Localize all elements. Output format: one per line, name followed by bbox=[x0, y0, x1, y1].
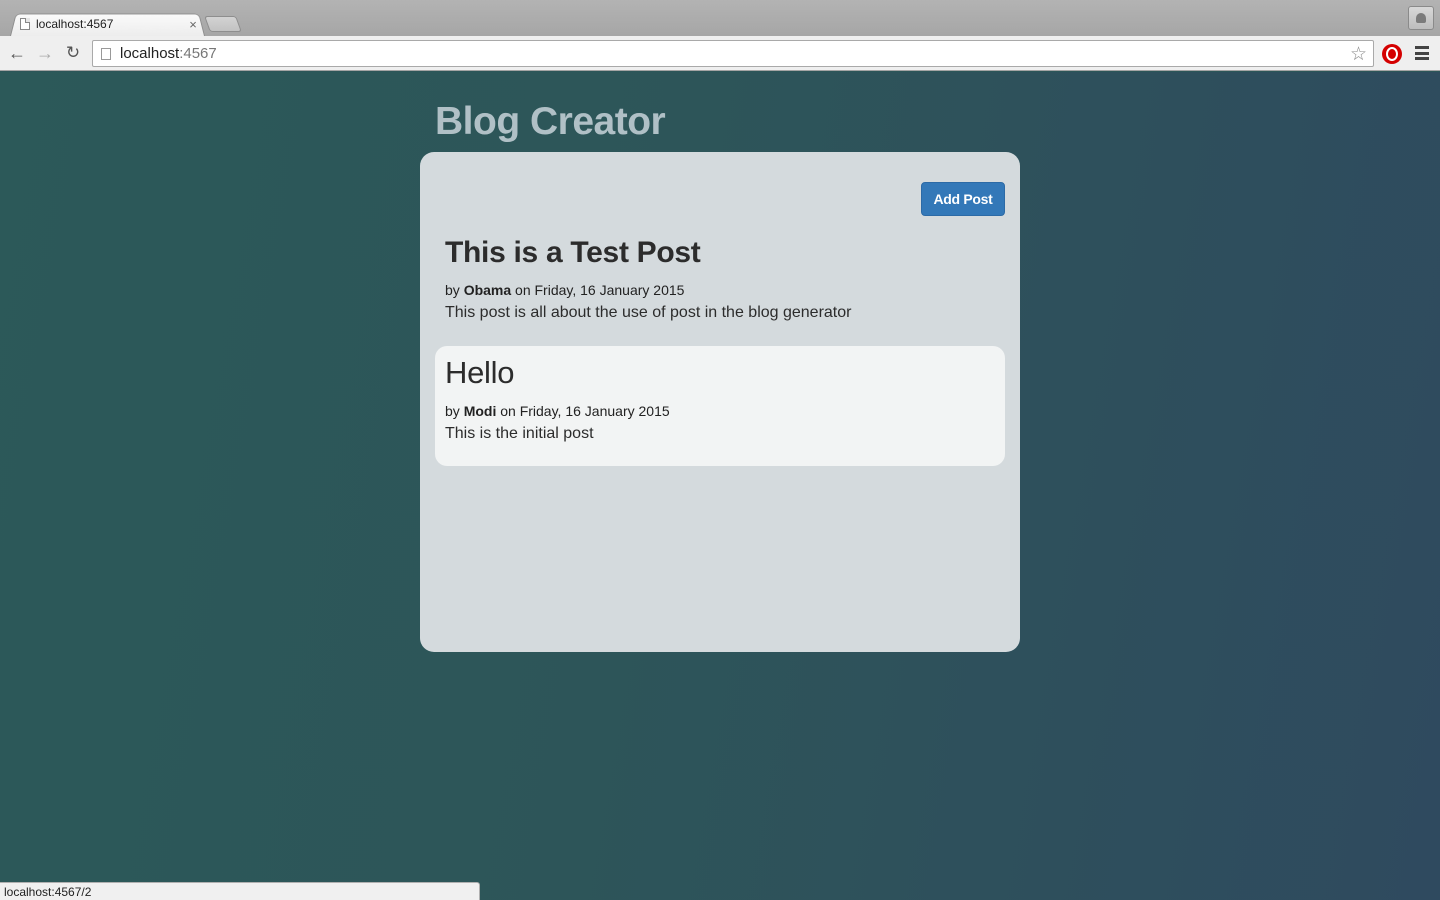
tab-title: localhost:4567 bbox=[36, 17, 114, 31]
post-meta: by Modi on Friday, 16 January 2015 bbox=[445, 403, 995, 419]
url-host: localhost bbox=[120, 45, 180, 62]
post-date: on Friday, 16 January 2015 bbox=[515, 282, 685, 298]
reload-icon[interactable]: ↻ bbox=[63, 42, 83, 64]
add-post-button[interactable]: Add Post bbox=[921, 182, 1005, 216]
post-author: Modi bbox=[463, 403, 497, 419]
new-tab-button[interactable] bbox=[204, 16, 242, 32]
tab-strip: localhost:4567 × bbox=[0, 0, 1440, 36]
menu-icon[interactable] bbox=[1415, 46, 1429, 60]
status-bar-url: localhost:4567/2 bbox=[0, 882, 480, 900]
post-body: This is the initial post bbox=[445, 425, 594, 442]
forward-arrow-icon[interactable]: → bbox=[35, 42, 55, 64]
address-bar[interactable]: localhost :4567 ☆ bbox=[92, 40, 1374, 67]
post-date: on Friday, 16 January 2015 bbox=[500, 403, 670, 419]
post-item-hovered[interactable]: Hello by Modi on Friday, 16 January 2015… bbox=[435, 346, 1005, 466]
post-body: This post is all about the use of post i… bbox=[445, 304, 852, 321]
post-title: Hello bbox=[445, 355, 515, 390]
browser-tab-content[interactable]: localhost:4567 × bbox=[20, 14, 200, 34]
adblock-icon[interactable] bbox=[1382, 44, 1402, 64]
post-author: Obama bbox=[463, 282, 512, 298]
posts-panel: Add Post This is a Test Post by Obama on… bbox=[420, 152, 1020, 652]
profile-icon[interactable] bbox=[1408, 6, 1434, 30]
post-meta: by Obama on Friday, 16 January 2015 bbox=[445, 282, 995, 298]
post-title: This is a Test Post bbox=[445, 236, 701, 269]
close-icon[interactable]: × bbox=[186, 17, 200, 32]
browser-toolbar: ← → ↻ localhost :4567 ☆ bbox=[0, 36, 1440, 71]
bookmark-star-icon[interactable]: ☆ bbox=[1350, 43, 1367, 66]
page-icon bbox=[101, 47, 111, 60]
url-port: :4567 bbox=[179, 45, 217, 62]
page-icon bbox=[20, 18, 30, 30]
by-label: by bbox=[445, 403, 460, 419]
page-content: Blog Creator Add Post This is a Test Pos… bbox=[0, 72, 1440, 900]
post-item[interactable]: This is a Test Post by Obama on Friday, … bbox=[435, 230, 1005, 340]
site-title: Blog Creator bbox=[435, 100, 666, 143]
by-label: by bbox=[445, 282, 460, 298]
back-arrow-icon[interactable]: ← bbox=[7, 42, 27, 64]
